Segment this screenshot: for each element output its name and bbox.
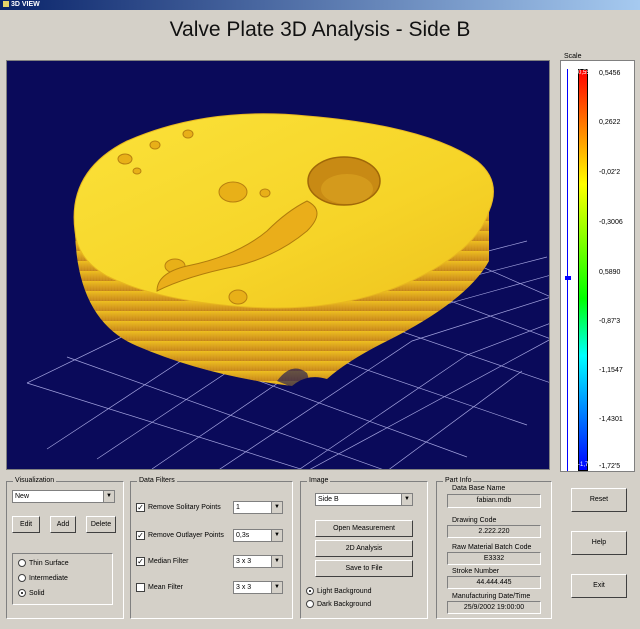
scale-label: Scale [564,53,582,60]
radio-selected-icon [306,587,314,595]
stroke-number-label: Stroke Number [452,568,500,575]
radio-selected-icon [18,589,26,597]
scale-value: -0,3006 [599,219,623,226]
drawing-code-value: 2.222.220 [447,525,541,538]
scale-value: 0,5456 [599,70,621,77]
help-button[interactable]: Help [571,531,627,555]
part-info-legend: Part Info [443,477,474,484]
save-to-file-button[interactable]: Save to File [315,560,413,577]
manufacturing-date-label: Manufacturing Date/Time [452,593,531,600]
scale-value: -1,4301 [599,416,623,423]
scale-slider-thumb[interactable] [565,275,571,280]
visualization-select[interactable]: New ▼ [12,490,115,503]
edit-button[interactable]: Edit [12,516,40,533]
scale-slider[interactable] [565,69,571,471]
radio-icon [18,559,26,567]
delete-button[interactable]: Delete [86,516,116,533]
exit-button[interactable]: Exit [571,574,627,598]
mode-intermediate-radio[interactable]: Intermediate [18,574,68,582]
batch-code-value: E3332 [447,552,541,565]
scale-value: -1,1547 [599,367,623,374]
remove-solitary-points-checkbox[interactable]: ✓ Remove Solitary Points [136,503,221,512]
scale-value: 0,2622 [599,119,621,126]
batch-code-label: Raw Material Batch Code [452,544,532,551]
open-measurement-button[interactable]: Open Measurement [315,520,413,537]
visualization-select-value: New [15,493,30,500]
mean-filter-select[interactable]: 3 x 3 ▼ [233,581,283,594]
chevron-down-icon[interactable]: ▼ [401,494,412,505]
chevron-down-icon[interactable]: ▼ [271,530,282,541]
mean-filter-checkbox[interactable]: Mean Filter [136,583,183,592]
app-icon [3,1,9,7]
database-value: fabian.mdb [447,494,541,508]
scale-value: -0,02'2 [599,169,621,176]
checkbox-unchecked-icon [136,583,145,592]
image-side-select[interactable]: Side B ▼ [315,493,413,506]
add-button[interactable]: Add [50,516,76,533]
chevron-down-icon[interactable]: ▼ [271,582,282,593]
reset-button[interactable]: Reset [571,488,627,512]
radio-icon [306,600,314,608]
drawing-code-label: Drawing Code [452,517,497,524]
chevron-down-icon[interactable]: ▼ [271,502,282,513]
chevron-down-icon[interactable]: ▼ [271,556,282,567]
scale-bottom-value: -1,72 [578,462,592,468]
median-filter-checkbox[interactable]: ✓ Median Filter [136,557,188,566]
data-filters-legend: Data Filters [137,477,177,484]
remove-outlayer-points-checkbox[interactable]: ✓ Remove Outlayer Points [136,531,224,540]
3d-render [26,113,549,469]
outlayer-points-select[interactable]: 0,3s ▼ [233,529,283,542]
page-title: Valve Plate 3D Analysis - Side B [169,18,471,41]
color-scale: 0,55 -1,72 0,5456 0,2622 -0,02'2 -0,3006… [560,60,635,472]
3d-viewport[interactable] [6,60,550,470]
checkbox-checked-icon: ✓ [136,557,145,566]
checkbox-checked-icon: ✓ [136,531,145,540]
scale-top-value: 0,55 [578,70,590,76]
visualization-legend: Visualization [13,477,57,484]
radio-icon [18,574,26,582]
database-label: Data Base Name [452,485,506,492]
manufacturing-date-value: 25/9/2002 19:00:00 [447,601,541,614]
mode-thin-surface-radio[interactable]: Thin Surface [18,559,69,567]
2d-analysis-button[interactable]: 2D Analysis [315,540,413,557]
scale-value: -1,72'5 [599,463,621,470]
mode-solid-radio[interactable]: Solid [18,589,45,597]
stroke-number-value: 44.444.445 [447,576,541,589]
chevron-down-icon[interactable]: ▼ [103,491,114,502]
scale-value: 0,5890 [599,269,621,276]
window-title: 3D VIEW [11,1,40,8]
scale-value: -0,87'3 [599,318,621,325]
image-legend: Image [307,477,331,484]
light-background-radio[interactable]: Light Background [306,587,371,595]
checkbox-checked-icon: ✓ [136,503,145,512]
scale-gradient-bar [578,69,588,471]
median-filter-select[interactable]: 3 x 3 ▼ [233,555,283,568]
window-titlebar: 3D VIEW [0,0,640,10]
dark-background-radio[interactable]: Dark Background [306,600,371,608]
solitary-points-select[interactable]: 1 ▼ [233,501,283,514]
